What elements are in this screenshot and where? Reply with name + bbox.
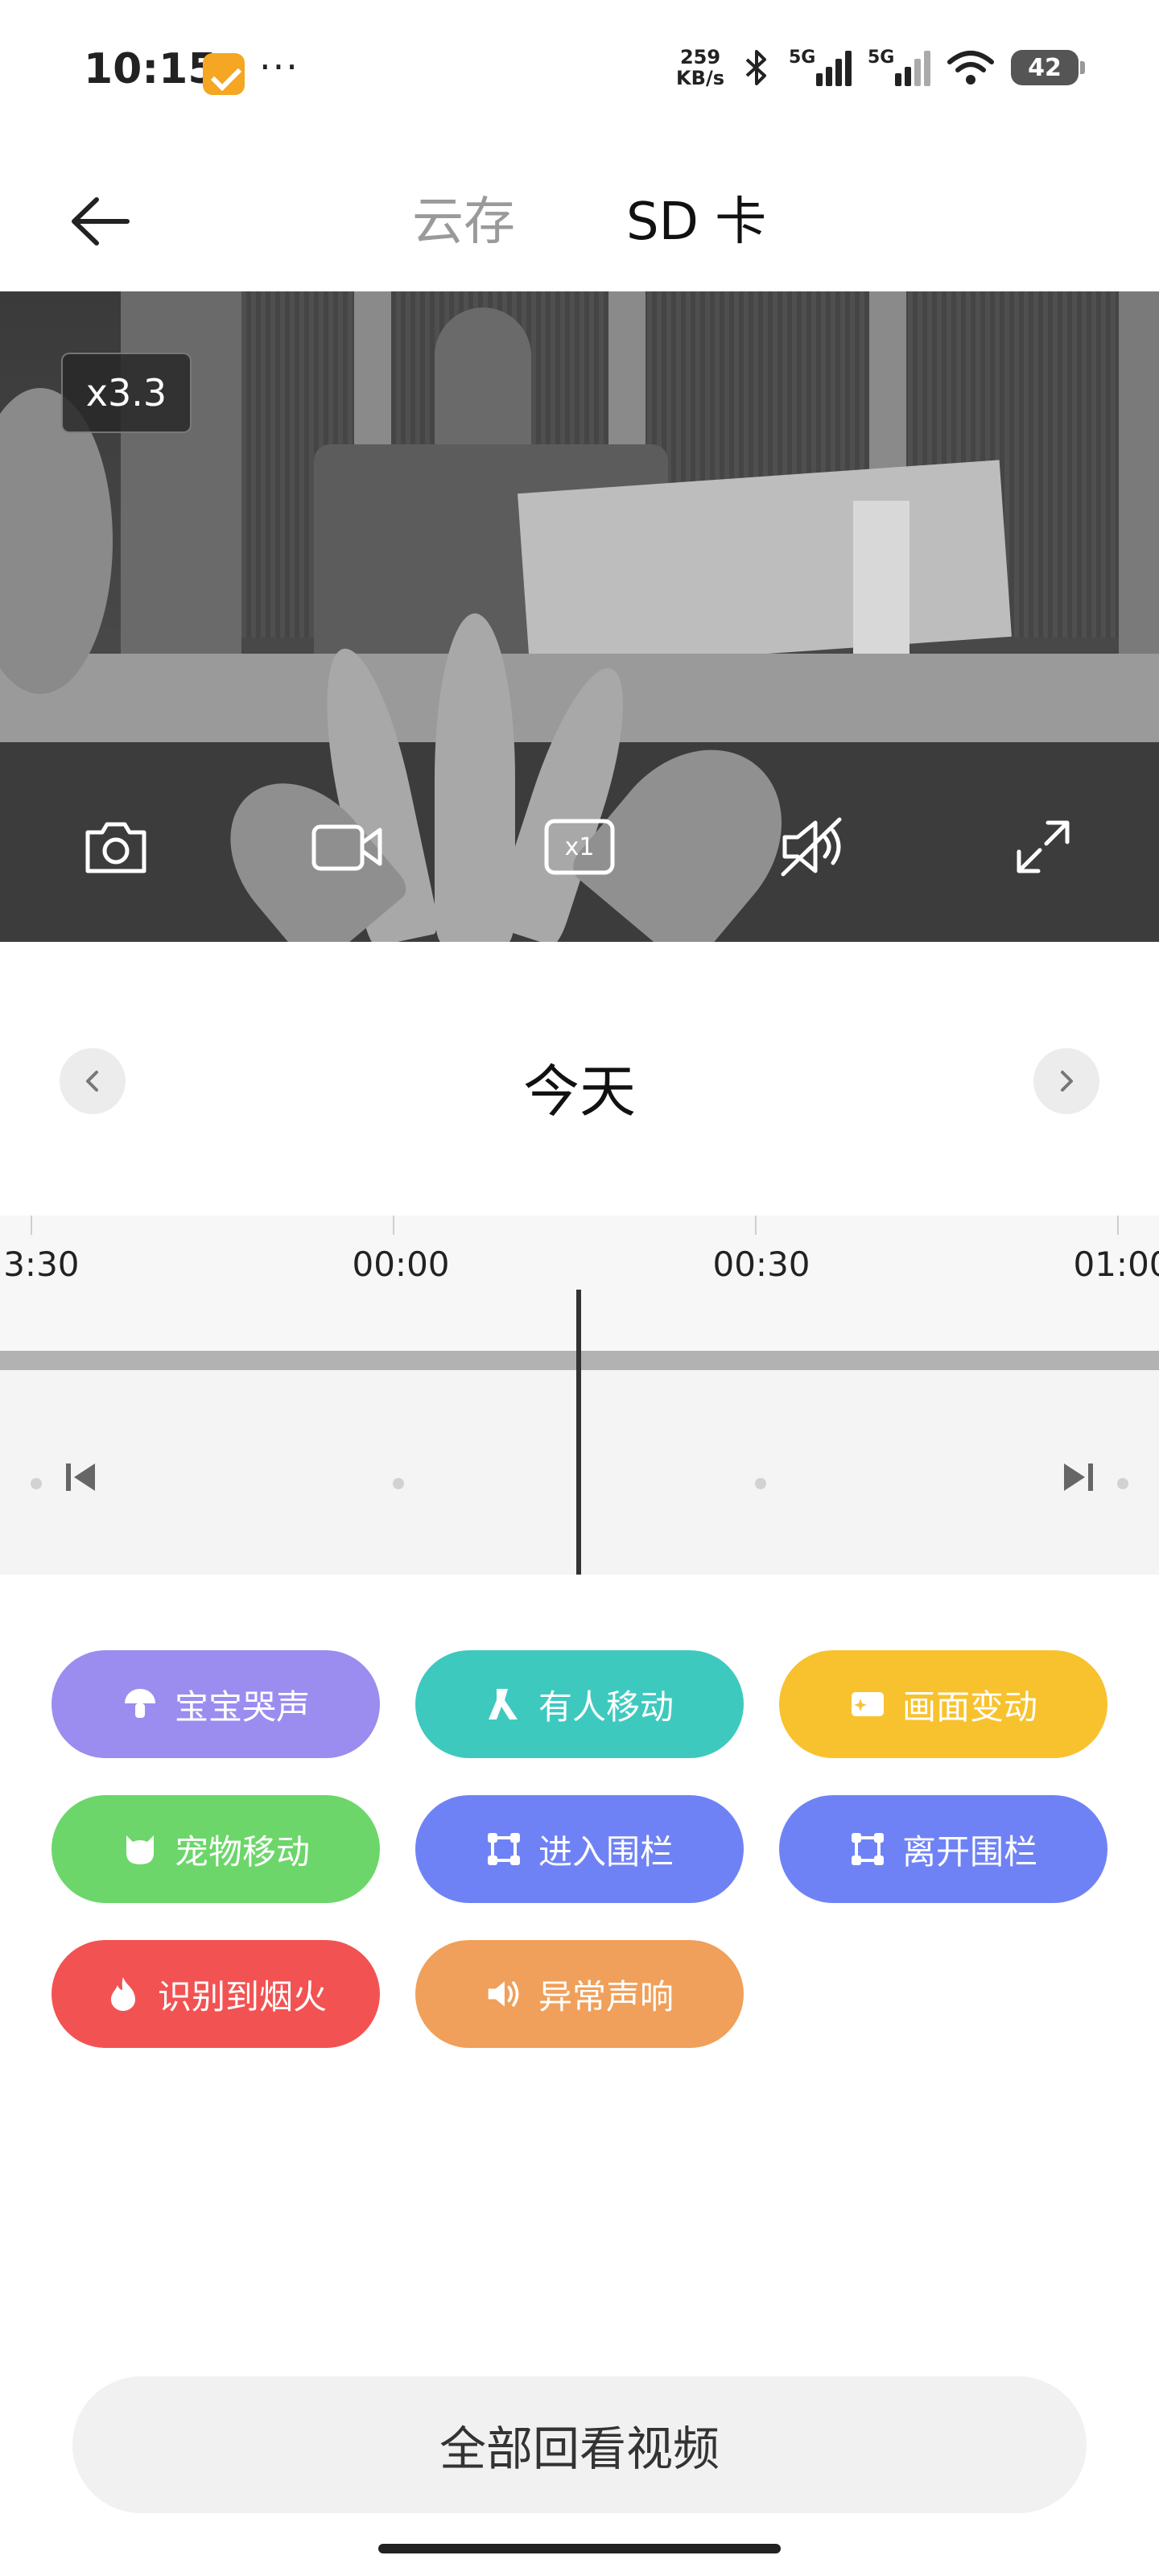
svg-text:x1: x1 bbox=[565, 833, 595, 861]
camera-icon[interactable] bbox=[76, 807, 156, 887]
timeline-dot bbox=[393, 1478, 404, 1489]
event-chip-person-motion[interactable]: 有人移动 bbox=[415, 1650, 744, 1758]
wifi-icon bbox=[947, 51, 994, 85]
timeline-dot bbox=[31, 1478, 42, 1489]
event-chip-fire-detected[interactable]: 识别到烟火 bbox=[52, 1940, 380, 2048]
picture-change-icon bbox=[849, 1686, 886, 1723]
fence-icon bbox=[485, 1831, 522, 1868]
timeline-label: 00:30 bbox=[712, 1245, 810, 1284]
speaker-icon bbox=[485, 1975, 522, 2013]
timeline-cursor[interactable] bbox=[576, 1290, 581, 1575]
event-chip-baby-cry[interactable]: 宝宝哭声 bbox=[52, 1650, 380, 1758]
skip-previous-icon[interactable] bbox=[61, 1457, 101, 1497]
speed-x1-icon[interactable]: x1 bbox=[539, 807, 620, 887]
video-player[interactable]: x3.3 x1 bbox=[0, 291, 1159, 942]
event-chip-label: 宝宝哭声 bbox=[174, 1686, 310, 1727]
network-speed: 259 KB/s bbox=[676, 46, 724, 89]
zoom-level-badge: x3.3 bbox=[61, 353, 192, 433]
chevron-right-icon[interactable] bbox=[1033, 1048, 1099, 1114]
fence-icon bbox=[849, 1831, 886, 1868]
skip-next-icon[interactable] bbox=[1058, 1457, 1098, 1497]
battery-icon: 42 bbox=[1011, 50, 1085, 85]
status-time: 10:15 bbox=[84, 45, 217, 93]
fire-icon bbox=[105, 1975, 142, 2013]
fullscreen-icon[interactable] bbox=[1003, 807, 1083, 887]
event-chip-label: 进入围栏 bbox=[538, 1831, 674, 1872]
timeline-dot bbox=[1117, 1478, 1128, 1489]
home-indicator[interactable] bbox=[378, 2544, 781, 2553]
event-chip-label: 画面变动 bbox=[901, 1686, 1037, 1727]
event-chip-label: 异常声响 bbox=[538, 1976, 674, 2017]
timeline-label: 01:00 bbox=[1073, 1245, 1159, 1284]
more-notifications-icon: ··· bbox=[259, 45, 299, 89]
signal-icon: 5G bbox=[868, 47, 930, 86]
baby-icon bbox=[122, 1686, 159, 1723]
event-chip-label: 宠物移动 bbox=[174, 1831, 310, 1872]
arrow-left-icon[interactable] bbox=[64, 185, 137, 258]
event-chip-label: 识别到烟火 bbox=[157, 1976, 327, 2017]
mute-icon[interactable] bbox=[771, 807, 852, 887]
status-icons: 259 KB/s 5G 5G 42 bbox=[676, 46, 1085, 89]
timeline-label: 23:30 bbox=[0, 1245, 80, 1284]
signal-icon: 5G bbox=[789, 47, 852, 86]
date-navigation: 今天 bbox=[0, 1014, 1159, 1143]
timeline[interactable]: 23:30 00:00 00:30 01:00 bbox=[0, 1216, 1159, 1575]
event-chip-abnormal-sound[interactable]: 异常声响 bbox=[415, 1940, 744, 2048]
tab-sd-card[interactable]: SD 卡 bbox=[626, 180, 766, 254]
event-chip-enter-fence[interactable]: 进入围栏 bbox=[415, 1795, 744, 1903]
person-walk-icon bbox=[485, 1686, 522, 1723]
timeline-dot bbox=[755, 1478, 766, 1489]
bluetooth-icon bbox=[745, 50, 766, 85]
top-header: 云存 SD 卡 bbox=[0, 145, 1159, 290]
event-chip-label: 有人移动 bbox=[538, 1686, 674, 1727]
event-chip-pet-motion[interactable]: 宠物移动 bbox=[52, 1795, 380, 1903]
view-all-playback-button[interactable]: 全部回看视频 bbox=[72, 2376, 1087, 2513]
tab-cloud-storage[interactable]: 云存 bbox=[412, 180, 515, 254]
video-record-icon[interactable] bbox=[307, 807, 388, 887]
event-chip-frame-change[interactable]: 画面变动 bbox=[779, 1650, 1107, 1758]
event-chip-label: 离开围栏 bbox=[901, 1831, 1037, 1872]
status-bar: 10:15 ··· 259 KB/s 5G 5G 42 bbox=[0, 0, 1159, 145]
event-chip-leave-fence[interactable]: 离开围栏 bbox=[779, 1795, 1107, 1903]
date-title: 今天 bbox=[523, 1059, 636, 1125]
timeline-label: 00:00 bbox=[352, 1245, 450, 1284]
pet-icon bbox=[122, 1831, 159, 1868]
app-notification-icon bbox=[203, 53, 245, 95]
